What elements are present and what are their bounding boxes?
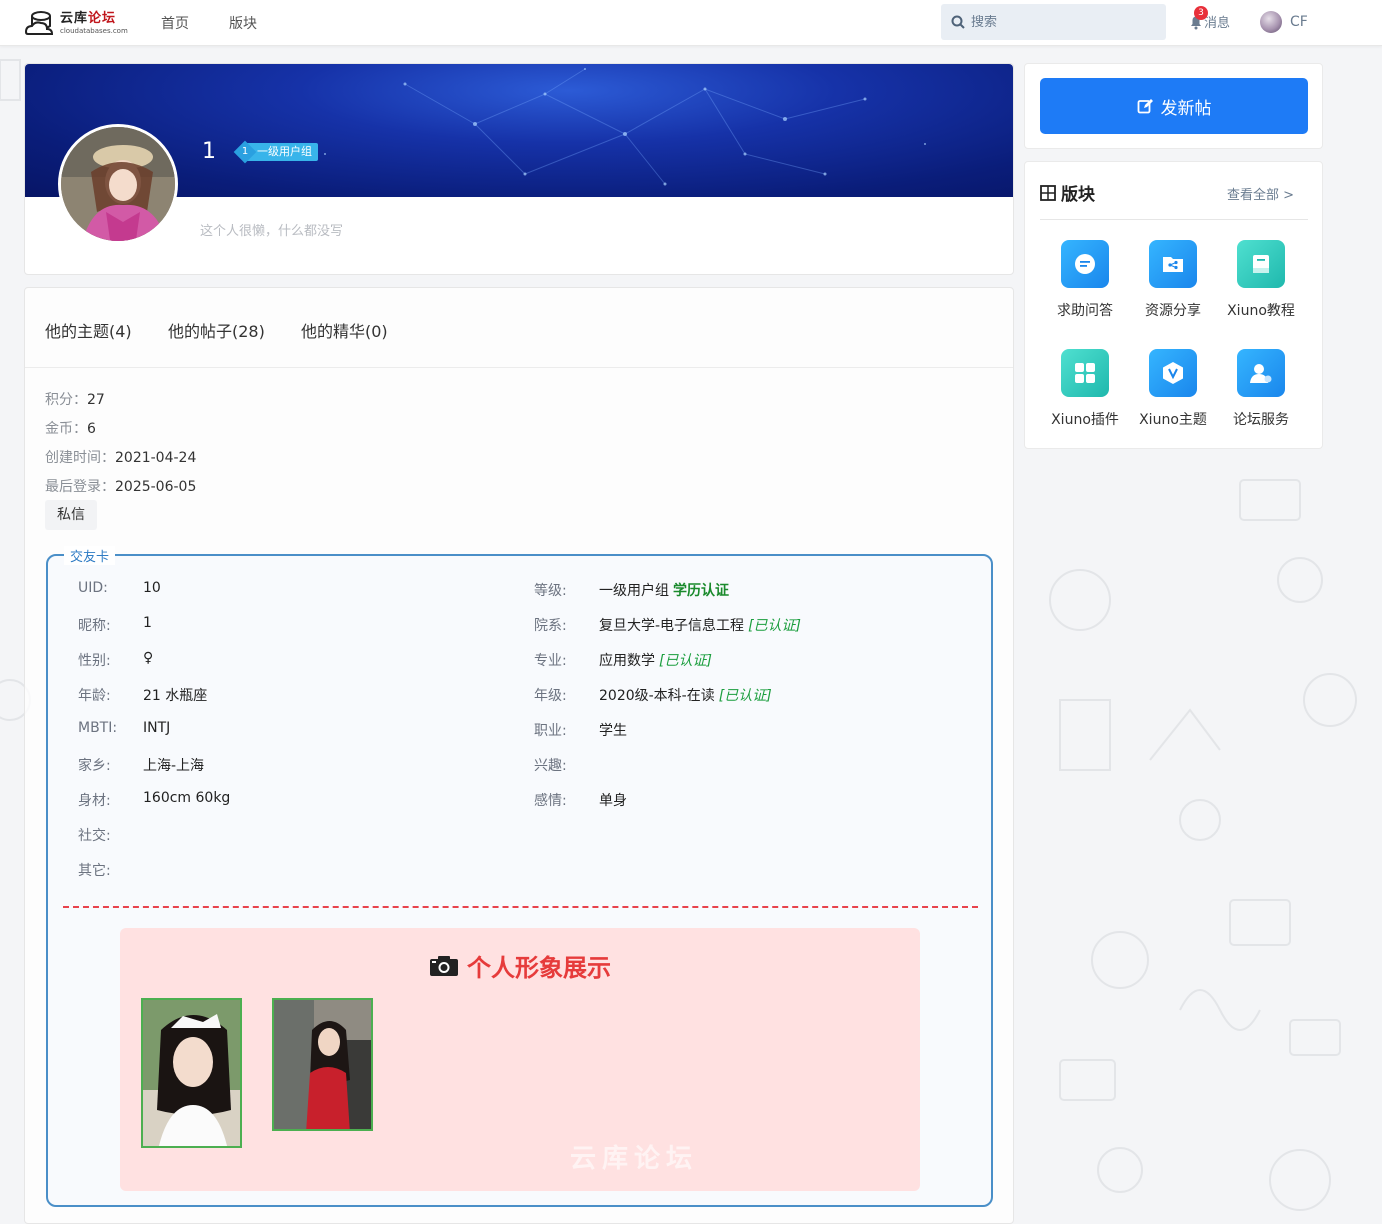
- stat-last-login: 最后登录：2025-06-05: [45, 479, 197, 495]
- user-avatar-small: [1260, 11, 1282, 33]
- nav-sections-link[interactable]: 版块: [229, 13, 257, 33]
- search-box[interactable]: [941, 4, 1166, 40]
- hexagon-v-icon: [1149, 349, 1197, 397]
- camera-icon: [430, 955, 458, 976]
- profile-bio: 这个人很懒，什么都没写: [200, 224, 344, 239]
- profile-header-card: 1 1 一级用户组 这个人很懒，什么都没写: [24, 63, 1014, 275]
- profile-tabs: 他的主题(4) 他的帖子(28) 他的精华(0): [25, 288, 1013, 368]
- chat-doc-icon: [1061, 240, 1109, 288]
- new-post-button[interactable]: 发新帖: [1040, 78, 1308, 134]
- site-logo[interactable]: 云库论坛 cloudatabases.com: [24, 6, 134, 40]
- user-initials: CF: [1290, 14, 1308, 30]
- forum-item-plugins[interactable]: Xiuno插件: [1040, 349, 1130, 429]
- forum-item-qa[interactable]: 求助问答: [1040, 240, 1130, 320]
- share-folder-icon: [1149, 240, 1197, 288]
- stat-points: 积分：27: [45, 392, 105, 408]
- logo-domain: cloudatabases.com: [60, 26, 128, 35]
- user-group-badge: 1 一级用户组: [233, 140, 318, 164]
- forums-divider: [1040, 219, 1308, 220]
- view-all-forums-link[interactable]: 查看全部 >: [1227, 184, 1294, 203]
- avatar-photo: [61, 127, 175, 241]
- forum-item-themes[interactable]: Xiuno主题: [1128, 349, 1218, 429]
- new-post-card: 发新帖: [1024, 63, 1323, 149]
- forum-item-tutorials[interactable]: Xiuno教程: [1216, 240, 1306, 320]
- profile-username: 1: [202, 139, 216, 164]
- book-icon: [1237, 240, 1285, 288]
- cloud-database-logo-icon: [24, 11, 54, 35]
- verified-tag: [已认证]: [718, 688, 772, 704]
- user-avatar: [58, 124, 178, 244]
- messages-label: 消息: [1204, 16, 1231, 31]
- level-diamond-icon: 1: [233, 140, 257, 164]
- edit-icon: [1137, 99, 1153, 114]
- private-message-button[interactable]: 私信: [45, 500, 97, 530]
- friend-card: 交友卡 UID: 10 昵称: 1 性别: ♀ 年龄: 21 水瓶座 MBTI: INTJ…: [46, 546, 993, 1207]
- grid-apps-icon: [1061, 349, 1109, 397]
- search-input[interactable]: [971, 14, 1151, 30]
- nav-home-link[interactable]: 首页: [161, 13, 189, 33]
- profile-content-card: 他的主题(4) 他的帖子(28) 他的精华(0) 积分：27 金币：6 创建时间…: [24, 287, 1014, 1224]
- top-navbar: 云库论坛 cloudatabases.com 首页 版块 3 消息 CF: [0, 0, 1382, 46]
- search-icon: [951, 15, 965, 29]
- logo-title-a: 云库: [60, 10, 89, 26]
- grid-table-icon: [1040, 184, 1056, 201]
- showcase-title: 个人形象展示: [120, 948, 920, 983]
- site-watermark: 云库论坛: [570, 1144, 699, 1174]
- logo-title-b: 论坛: [88, 10, 117, 26]
- photo-showcase: 个人形象展示 云库论坛: [120, 928, 920, 1191]
- messages-link[interactable]: 3 消息: [1188, 6, 1231, 31]
- section-divider: [63, 906, 978, 908]
- forums-title: 版块: [1040, 180, 1095, 205]
- stat-created: 创建时间：2021-04-24: [45, 450, 197, 466]
- showcase-photo-1[interactable]: [141, 998, 242, 1148]
- forum-item-resources[interactable]: 资源分享: [1128, 240, 1218, 320]
- tab-posts[interactable]: 他的帖子(28): [168, 318, 265, 342]
- message-count-badge: 3: [1194, 6, 1208, 20]
- user-service-icon: [1237, 349, 1285, 397]
- stat-coins: 金币：6: [45, 421, 96, 437]
- tab-featured[interactable]: 他的精华(0): [301, 318, 388, 342]
- forums-card: 版块 查看全部 > 求助问答 资源分享 Xiuno教程 Xiuno插件 Xiun…: [1024, 161, 1323, 449]
- education-verified-label: 学历认证: [673, 583, 729, 599]
- verified-tag: [已认证]: [659, 653, 712, 669]
- user-menu[interactable]: CF: [1260, 11, 1308, 33]
- showcase-photo-2[interactable]: [272, 998, 373, 1131]
- tab-topics[interactable]: 他的主题(4): [45, 318, 132, 342]
- user-stats: 积分：27 金币：6 创建时间：2021-04-24 最后登录：2025-06-…: [45, 386, 196, 502]
- forum-item-services[interactable]: 论坛服务: [1216, 349, 1306, 429]
- friend-card-legend: 交友卡: [64, 546, 116, 565]
- verified-tag: [已认证]: [748, 618, 801, 634]
